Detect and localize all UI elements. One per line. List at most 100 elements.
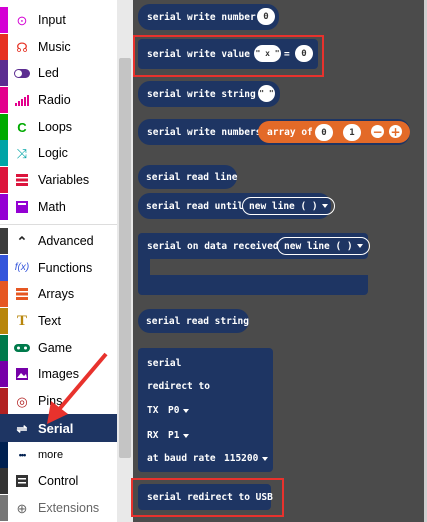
chevron-down-icon [321, 204, 328, 208]
category-radio[interactable]: Radio [0, 87, 117, 113]
category-math[interactable]: Math [0, 194, 117, 220]
dropdown-value: P1 [168, 430, 180, 441]
serial-write-string-block[interactable]: serial write string " " [138, 81, 280, 107]
dropdown-value: new line ( ) [249, 200, 318, 212]
category-text[interactable]: T Text [0, 308, 117, 334]
toolbox: ⊙ Input ☊ Music Led Radio C Loops ⤨ Logi… [0, 0, 117, 522]
highlight-box-redirect-usb [131, 478, 284, 517]
serial-read-until-block[interactable]: serial read until new line ( ) [138, 193, 335, 219]
array-item-input[interactable]: 0 [315, 124, 333, 141]
array-of-block[interactable]: array of 0 1 − + [258, 121, 410, 143]
serial-redirect-block[interactable]: serial redirect to TX P0 RX P1 at baud r… [138, 348, 273, 472]
block-label: redirect to [147, 381, 210, 392]
image-icon [14, 366, 30, 382]
function-icon: f(x) [14, 262, 30, 273]
category-label: Music [38, 40, 71, 54]
category-label: Functions [38, 261, 93, 275]
serial-write-number-block[interactable]: serial write number 0 [138, 4, 279, 30]
block-label: serial write number [147, 12, 256, 23]
serial-read-string-block[interactable]: serial read string [138, 309, 249, 333]
serial-on-data-received-block[interactable]: serial on data received new line ( ) [138, 233, 370, 259]
minus-icon[interactable]: − [371, 125, 384, 138]
control-icon [14, 473, 30, 489]
category-label: Text [38, 314, 61, 328]
rx-pin-dropdown[interactable]: P1 [168, 430, 190, 441]
text-input[interactable]: " " [258, 85, 275, 102]
category-color-bar [0, 34, 8, 60]
category-music[interactable]: ☊ Music [0, 34, 117, 60]
block-label: serial read until [146, 201, 244, 212]
category-label: more [38, 449, 64, 461]
category-label: Loops [38, 120, 73, 134]
toolbox-scrollbar-thumb[interactable] [119, 58, 131, 458]
category-label: Variables [38, 173, 90, 187]
tx-pin-dropdown[interactable]: P0 [168, 405, 190, 416]
number-input[interactable]: 0 [257, 8, 275, 25]
shuffle-icon: ⤨ [16, 145, 28, 161]
category-color-bar [0, 194, 8, 220]
category-loops[interactable]: C Loops [0, 114, 117, 140]
category-label: Input [38, 13, 66, 27]
on-data-received-block-foot [138, 275, 368, 295]
tx-label: TX [147, 405, 159, 416]
category-color-bar [0, 281, 8, 307]
baud-rate-dropdown[interactable]: 115200 [224, 453, 269, 464]
category-color-bar [0, 7, 8, 33]
category-color-bar [0, 87, 8, 113]
block-label: serial write numbers [147, 127, 262, 138]
category-logic[interactable]: ⤨ Logic [0, 140, 117, 166]
category-color-bar [0, 361, 8, 387]
category-color-bar [0, 255, 8, 281]
category-label: Math [38, 200, 66, 214]
category-label: Extensions [38, 501, 100, 515]
list-icon [14, 172, 30, 188]
plus-circle-icon: ⊕ [16, 500, 28, 516]
array-icon [14, 286, 30, 302]
array-item-input[interactable]: 1 [343, 124, 361, 141]
category-color-bar [0, 60, 8, 86]
dropdown-value: new line ( ) [284, 240, 353, 252]
rx-label: RX [147, 430, 159, 441]
toolbox-divider [0, 224, 117, 225]
block-label: serial read string [146, 316, 249, 327]
category-extensions[interactable]: ⊕ Extensions [0, 495, 117, 521]
baud-label: at baud rate [147, 453, 216, 464]
category-label: Control [38, 474, 79, 488]
target-icon: ⊙ [16, 12, 28, 28]
ellipsis-icon: ••• [18, 449, 26, 460]
gamepad-icon [14, 340, 30, 356]
dropdown-value: 115200 [224, 453, 259, 464]
delimiter-dropdown[interactable]: new line ( ) [242, 197, 335, 215]
block-label: serial on data received [147, 241, 279, 252]
plus-icon[interactable]: + [389, 125, 402, 138]
chevron-down-icon [262, 457, 269, 461]
array-label: array of [267, 127, 313, 138]
category-more[interactable]: ••• more [0, 442, 117, 468]
category-control[interactable]: Control [0, 468, 117, 494]
category-color-bar [0, 442, 8, 468]
delimiter-dropdown[interactable]: new line ( ) [277, 237, 370, 255]
chevron-up-icon: ⌃ [16, 233, 28, 249]
category-advanced[interactable]: ⌃ Advanced [0, 228, 117, 254]
block-label: serial read line [146, 172, 238, 183]
category-led[interactable]: Led [0, 60, 117, 86]
category-color-bar [0, 388, 8, 414]
category-arrays[interactable]: Arrays [0, 281, 117, 307]
category-color-bar [0, 140, 8, 166]
category-color-bar [0, 335, 8, 361]
category-input[interactable]: ⊙ Input [0, 7, 117, 33]
chevron-down-icon [183, 434, 190, 438]
category-variables[interactable]: Variables [0, 167, 117, 193]
toggle-icon [14, 65, 30, 81]
target-circle-icon: ◎ [16, 393, 28, 409]
serial-blocks-flyout: serial write number 0 serial write value… [133, 0, 424, 522]
signal-bars-icon [14, 92, 30, 108]
category-functions[interactable]: f(x) Functions [0, 255, 117, 281]
serial-read-line-block[interactable]: serial read line [138, 165, 238, 189]
category-color-bar [0, 114, 8, 140]
headphones-icon: ☊ [16, 39, 28, 55]
serial-write-numbers-block[interactable]: serial write numbers array of 0 1 − + [138, 119, 410, 145]
highlight-box-write-value [133, 35, 324, 77]
category-label: Advanced [38, 234, 94, 248]
category-color-bar [0, 308, 8, 334]
